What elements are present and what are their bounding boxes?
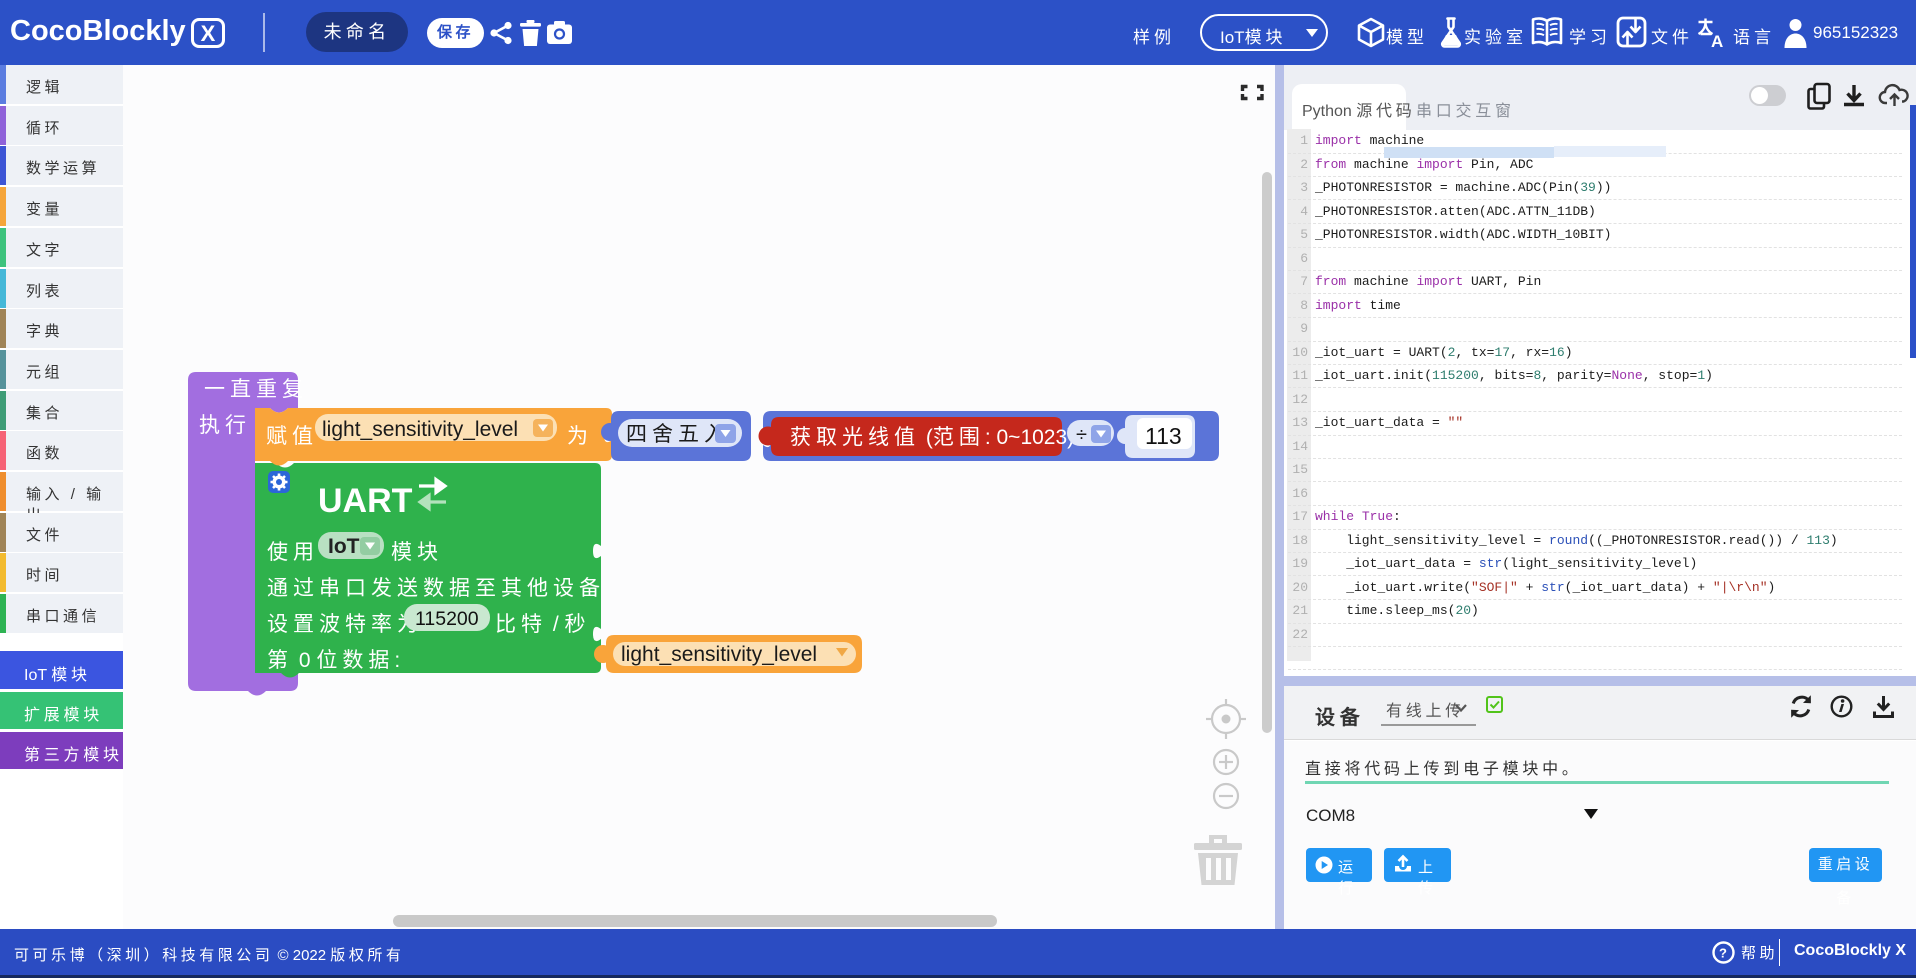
- svg-text:赋值: 赋值: [266, 425, 318, 448]
- svg-text:÷: ÷: [1076, 424, 1087, 446]
- svg-text:为: 为: [567, 425, 593, 448]
- svg-text:第 0 位数据:: 第 0 位数据:: [267, 649, 400, 672]
- svg-text:执行: 执行: [199, 414, 251, 437]
- svg-text:一直重复: 一直重复: [204, 378, 308, 401]
- svg-text:使用: 使用: [267, 541, 319, 564]
- svg-text:A: A: [1711, 32, 1723, 48]
- svg-text:?: ?: [1719, 946, 1727, 961]
- svg-text:比特 / 秒: 比特 / 秒: [495, 613, 591, 636]
- svg-text:通过串口发送数据至其他设备: 通过串口发送数据至其他设备: [267, 577, 605, 600]
- svg-text:115200: 115200: [415, 608, 479, 630]
- svg-text:light_sensitivity_level: light_sensitivity_level: [621, 643, 817, 666]
- svg-text:light_sensitivity_level: light_sensitivity_level: [322, 418, 518, 441]
- svg-text:获取光线值 (范围: 0~1023): 获取光线值 (范围: 0~1023): [790, 426, 1074, 449]
- svg-text:113: 113: [1145, 423, 1182, 449]
- svg-text:IoT: IoT: [328, 535, 360, 558]
- svg-text:四舍五入: 四舍五入: [626, 423, 730, 446]
- svg-text:模块: 模块: [391, 541, 443, 564]
- svg-text:UART: UART: [318, 482, 413, 520]
